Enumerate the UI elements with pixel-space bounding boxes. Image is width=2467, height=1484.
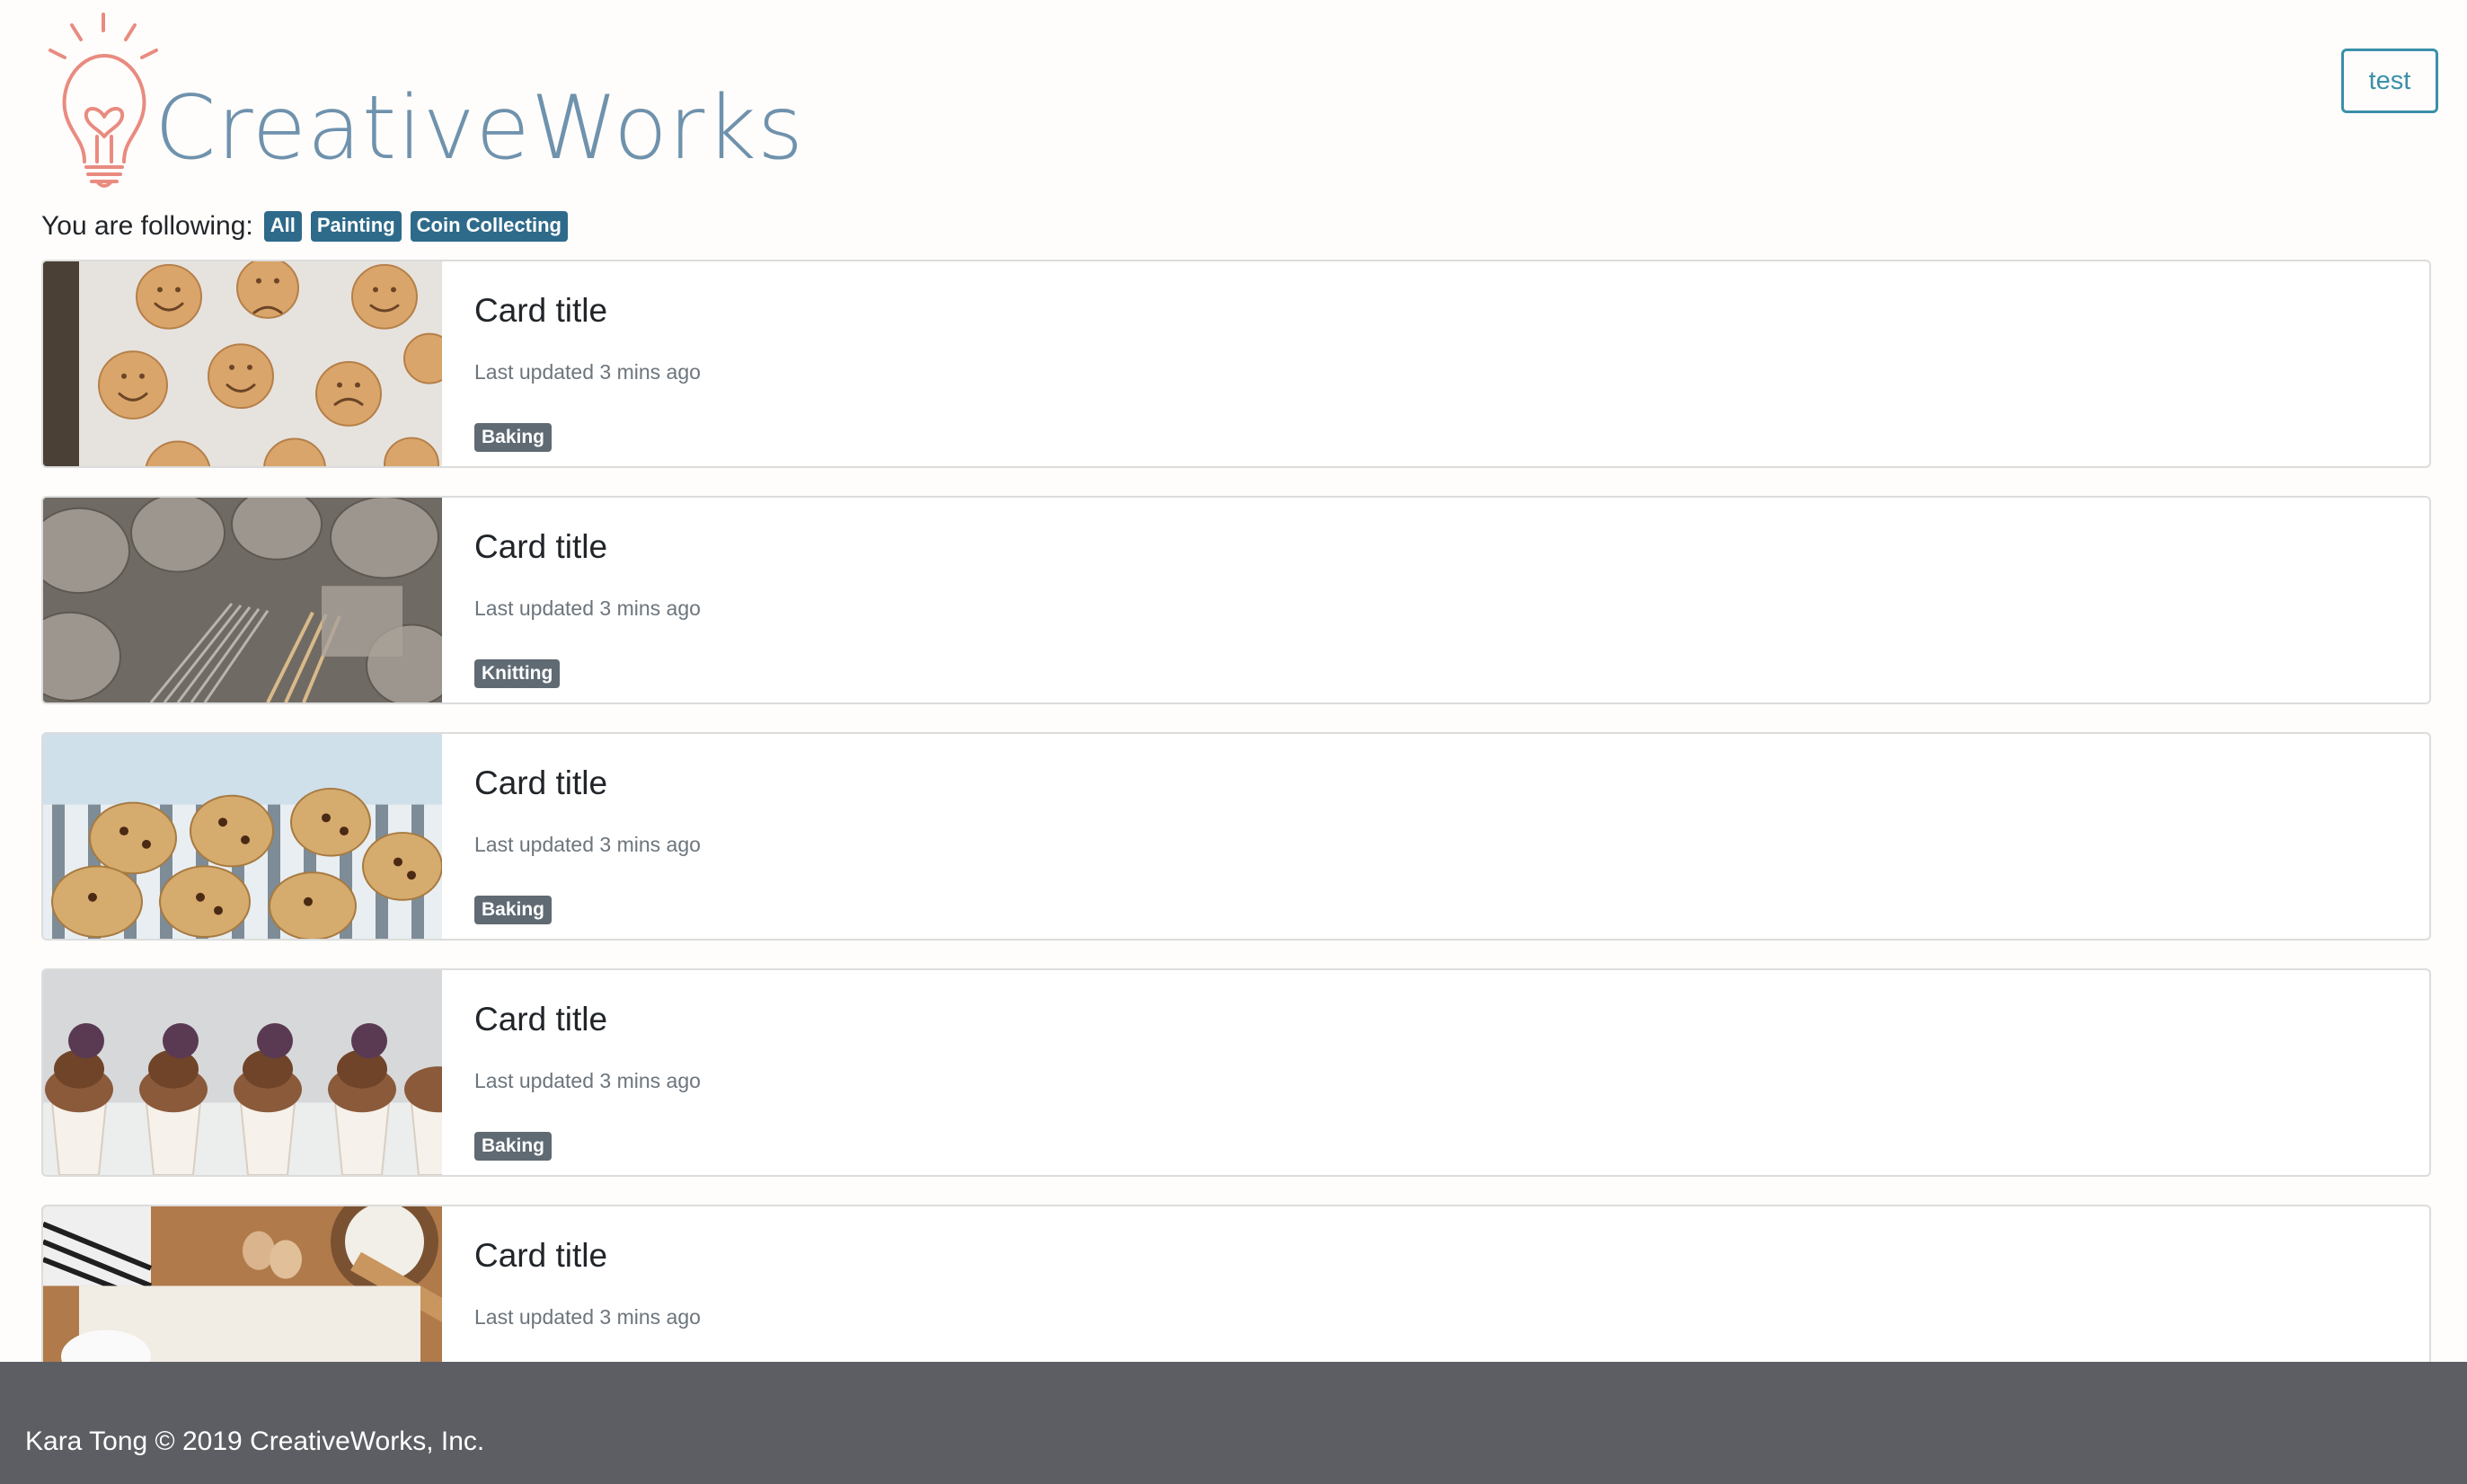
project-card[interactable]: Card title Last updated 3 mins ago Bakin… xyxy=(41,260,2431,468)
site-header: CreativeWorks test xyxy=(0,0,2467,202)
user-menu-button[interactable]: test xyxy=(2341,49,2438,113)
topic-badge-coin-collecting[interactable]: Coin Collecting xyxy=(410,211,568,242)
card-title[interactable]: Card title xyxy=(474,764,607,802)
footer-copyright: Kara Tong © 2019 CreativeWorks, Inc. xyxy=(25,1427,485,1456)
card-title[interactable]: Card title xyxy=(474,1237,607,1275)
site-footer: Kara Tong © 2019 CreativeWorks, Inc. xyxy=(0,1362,2467,1484)
card-tag-badge[interactable]: Baking xyxy=(474,423,553,453)
topic-badge-all[interactable]: All xyxy=(263,211,302,242)
lightbulb-heart-icon xyxy=(49,13,158,188)
card-meta: Last updated 3 mins ago xyxy=(474,1305,701,1329)
card-image-smiley-cookies xyxy=(43,261,442,466)
page: CreativeWorks test You are following: Al… xyxy=(0,0,2467,1484)
card-meta: Last updated 3 mins ago xyxy=(474,596,701,620)
card-body: Card title Last updated 3 mins ago Bakin… xyxy=(442,734,2429,939)
card-body: Card title Last updated 3 mins ago Bakin… xyxy=(442,970,2429,1175)
card-image-chocolate-chip-cookies xyxy=(43,734,442,939)
brand-name: CreativeWorks xyxy=(155,77,805,180)
card-title[interactable]: Card title xyxy=(474,292,607,330)
card-tag-badge[interactable]: Baking xyxy=(474,896,553,925)
project-card[interactable]: Card title Last updated 3 mins ago Knitt… xyxy=(41,496,2431,704)
card-meta: Last updated 3 mins ago xyxy=(474,360,701,384)
card-meta: Last updated 3 mins ago xyxy=(474,1069,701,1092)
card-body: Card title Last updated 3 mins ago Bakin… xyxy=(442,261,2429,466)
card-image-yarn-needles xyxy=(43,498,442,702)
card-title[interactable]: Card title xyxy=(474,1001,607,1038)
card-title[interactable]: Card title xyxy=(474,528,607,566)
project-card[interactable]: Card title Last updated 3 mins ago Bakin… xyxy=(41,968,2431,1177)
following-label: You are following: xyxy=(41,211,253,241)
brand-logo[interactable]: CreativeWorks xyxy=(45,11,804,190)
card-body: Card title Last updated 3 mins ago Knitt… xyxy=(442,498,2429,702)
following-bar: You are following: All Painting Coin Col… xyxy=(41,208,568,244)
topic-badge-painting[interactable]: Painting xyxy=(310,211,402,242)
card-tag-badge[interactable]: Baking xyxy=(474,1132,553,1162)
project-card[interactable]: Card title Last updated 3 mins ago Bakin… xyxy=(41,732,2431,941)
card-meta: Last updated 3 mins ago xyxy=(474,833,701,856)
card-tag-badge[interactable]: Knitting xyxy=(474,659,561,689)
card-image-chocolate-cupcakes xyxy=(43,970,442,1175)
